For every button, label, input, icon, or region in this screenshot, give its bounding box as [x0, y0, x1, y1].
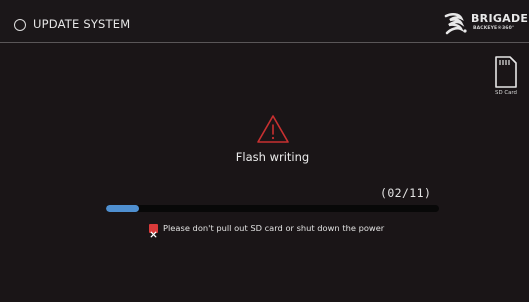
logo-sub-text: BACKEYE®360° — [473, 26, 515, 31]
brigade-logo: BRIGADE BACKEYE®360° — [443, 12, 529, 38]
sd-card-icon — [495, 56, 517, 88]
warning-triangle-icon — [257, 115, 289, 143]
progress-bar — [106, 205, 439, 212]
progress-counter: (02/11) — [380, 186, 432, 200]
circle-outline-icon — [14, 19, 26, 31]
sd-card-label: SD Card — [495, 90, 517, 96]
header-divider — [0, 42, 529, 43]
logo-brand-text: BRIGADE — [471, 12, 529, 25]
sd-card-indicator: SD Card — [490, 56, 522, 100]
status-text: Flash writing — [235, 150, 310, 164]
brigade-logo-mark-icon — [444, 12, 467, 35]
progress-bar-fill — [106, 205, 140, 212]
red-x-icon — [149, 224, 158, 238]
page-title: UPDATE SYSTEM — [33, 17, 131, 31]
notice-text: Please don't pull out SD card or shut do… — [163, 223, 385, 233]
